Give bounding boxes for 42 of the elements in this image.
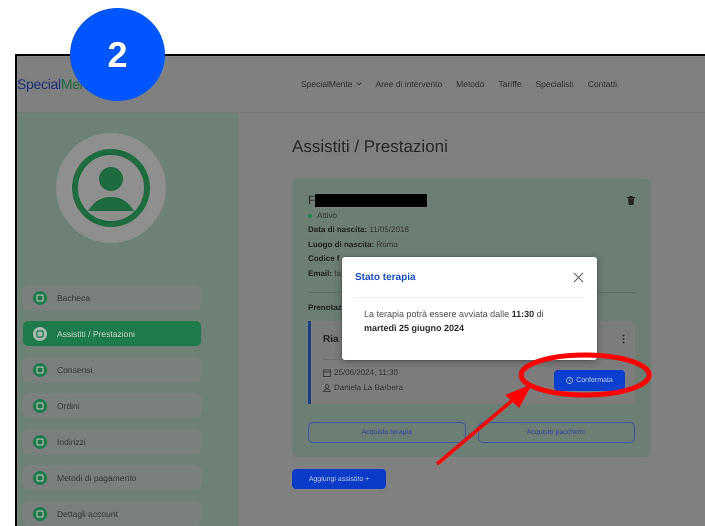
patient-detail: Email: fa [308, 268, 341, 278]
menu-item-icon [33, 362, 47, 376]
close-icon[interactable] [573, 272, 584, 282]
menu-item-icon [33, 434, 47, 448]
sidebar-item[interactable]: Bacheca [23, 285, 201, 310]
status-dot [308, 214, 312, 218]
patient-name: F [308, 193, 428, 207]
user-icon [72, 149, 150, 227]
sidebar-item[interactable]: Consensi [23, 357, 201, 382]
sidebar-item[interactable]: Metodi di pagamento [23, 465, 201, 490]
person-icon [323, 384, 331, 392]
nav-link[interactable]: Tariffe [498, 79, 522, 89]
booking-title: Ria [323, 334, 339, 346]
menu-item-icon [33, 398, 47, 412]
sidebar-item[interactable]: Dettagli account [23, 501, 201, 526]
nav-link[interactable]: Contatti [588, 79, 618, 89]
nav-link[interactable]: Specialisti [536, 79, 574, 89]
clock-icon [566, 377, 574, 384]
menu-item-icon [33, 326, 47, 340]
sidebar-item[interactable]: Indirizzi [23, 429, 201, 454]
patient-detail: Luogo di nascita: Roma [308, 240, 398, 250]
nav-link[interactable]: Aree di intervento [376, 79, 442, 89]
chevron-down-icon [356, 82, 362, 86]
menu-item-icon [33, 470, 47, 484]
more-options-icon[interactable] [622, 334, 625, 344]
patient-detail: Codice f [308, 254, 340, 264]
nav-link[interactable]: SpecialMente [301, 79, 362, 89]
calendar-icon [323, 368, 331, 377]
booking-date: 25/06/2024, 11:30 [334, 368, 398, 378]
sidebar-item[interactable]: Assistiti / Prestazioni [23, 321, 201, 346]
dialog-title: Stato terapia [355, 272, 416, 282]
patient-detail: Data di nascita: 11/05/2018 [308, 225, 409, 235]
trash-icon[interactable] [627, 196, 635, 204]
page-title: Assistiti / Prestazioni [292, 137, 448, 157]
status-label: Attivo [317, 211, 338, 220]
specialist-name: Daniela La Barbera [334, 383, 403, 392]
sidebar-item[interactable]: Ordini [23, 393, 201, 418]
dialog-message: La terapia potrà essere avviata dalle 11:30 di martedì 25 giugno 2024 [363, 308, 545, 336]
menu-item-icon [33, 506, 47, 520]
nav-link[interactable]: Metodo [456, 79, 484, 89]
section-label: Prenotaz [308, 303, 343, 312]
menu-item-icon [33, 290, 47, 304]
